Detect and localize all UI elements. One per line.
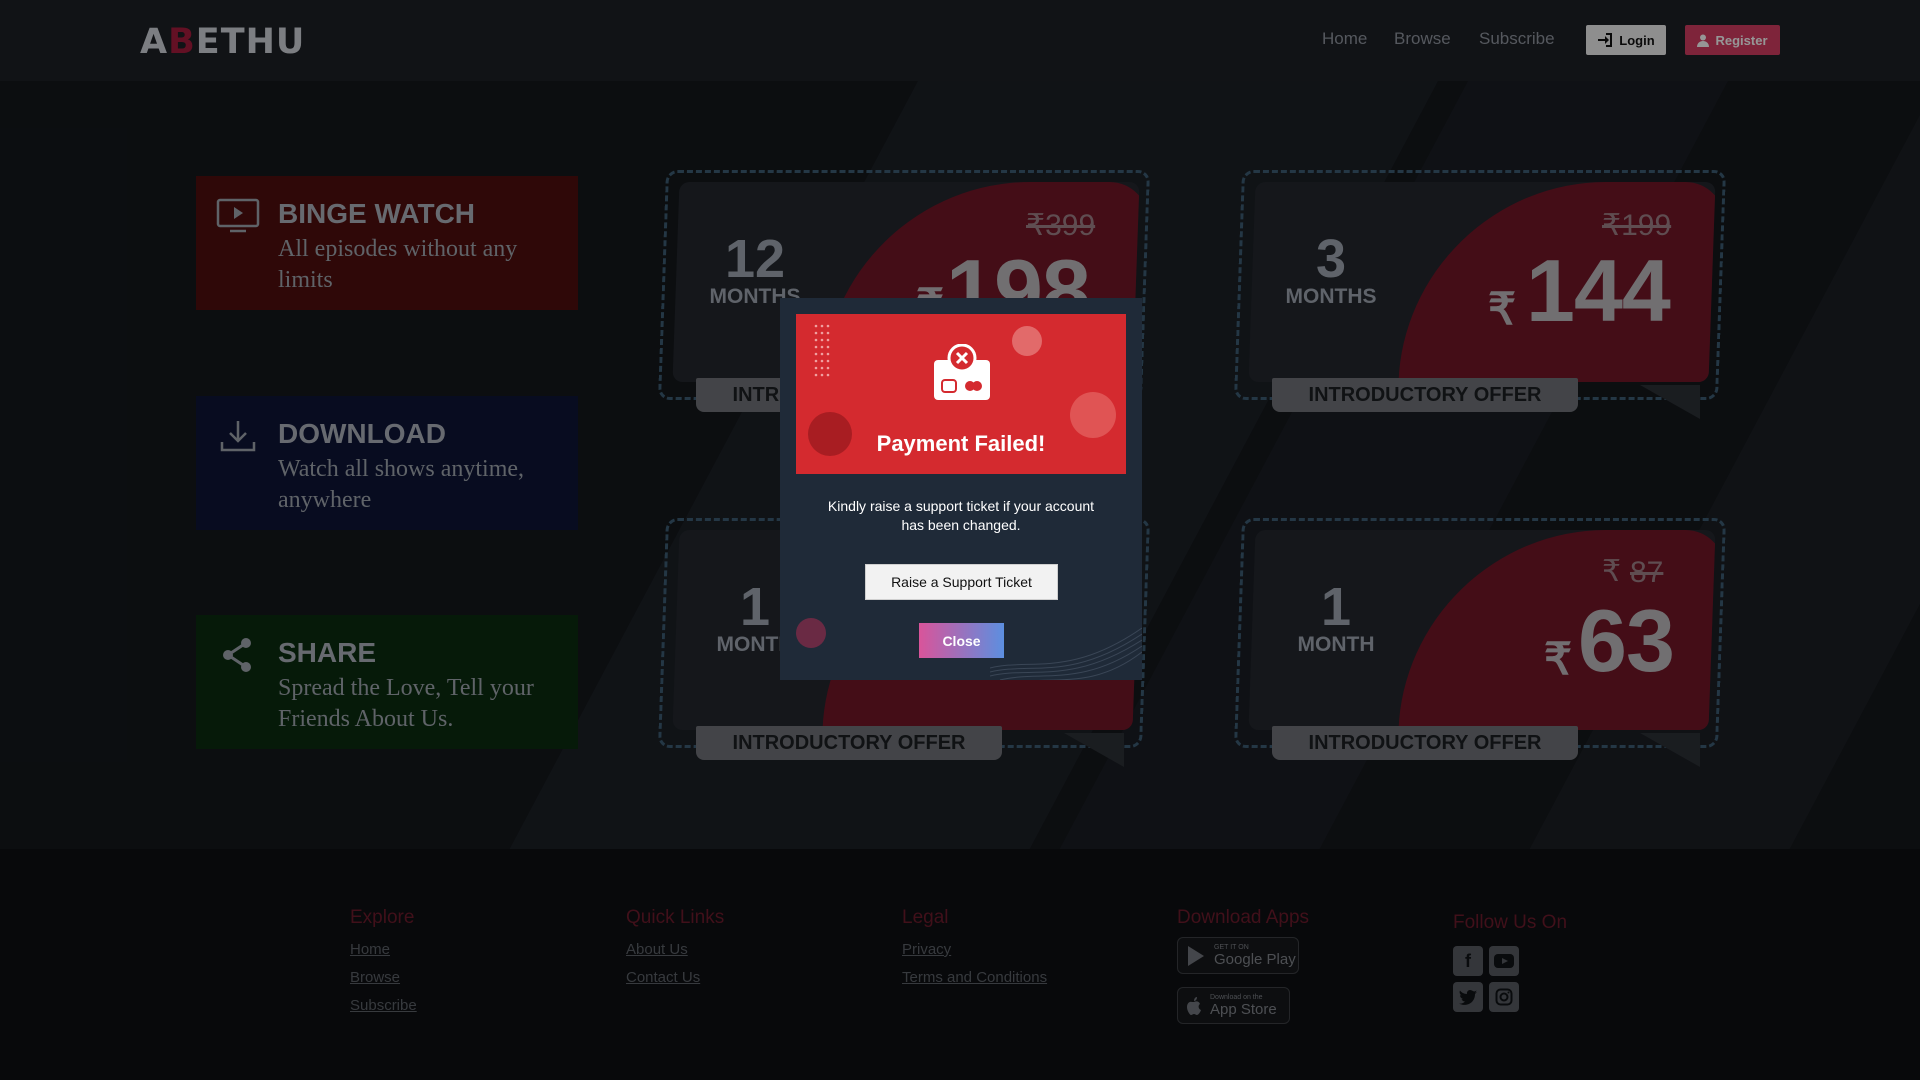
payment-failed-icon: [934, 344, 990, 400]
dots-decoration: [814, 324, 830, 377]
close-button[interactable]: Close: [919, 623, 1004, 658]
modal-title: Payment Failed!: [876, 431, 1046, 456]
page: ABETHU Home Browse Subscribe Login Regis…: [0, 0, 1920, 1080]
modal-header: Payment Failed!: [796, 314, 1126, 474]
circle-decoration: [1012, 326, 1042, 356]
payment-failed-modal: Payment Failed! Kindly raise a support t…: [780, 298, 1142, 680]
circle-decoration: [796, 618, 826, 648]
modal-message: Kindly raise a support ticket if your ac…: [827, 498, 1095, 533]
wave-decoration: [990, 627, 1142, 680]
raise-support-ticket-button[interactable]: Raise a Support Ticket: [865, 564, 1058, 600]
